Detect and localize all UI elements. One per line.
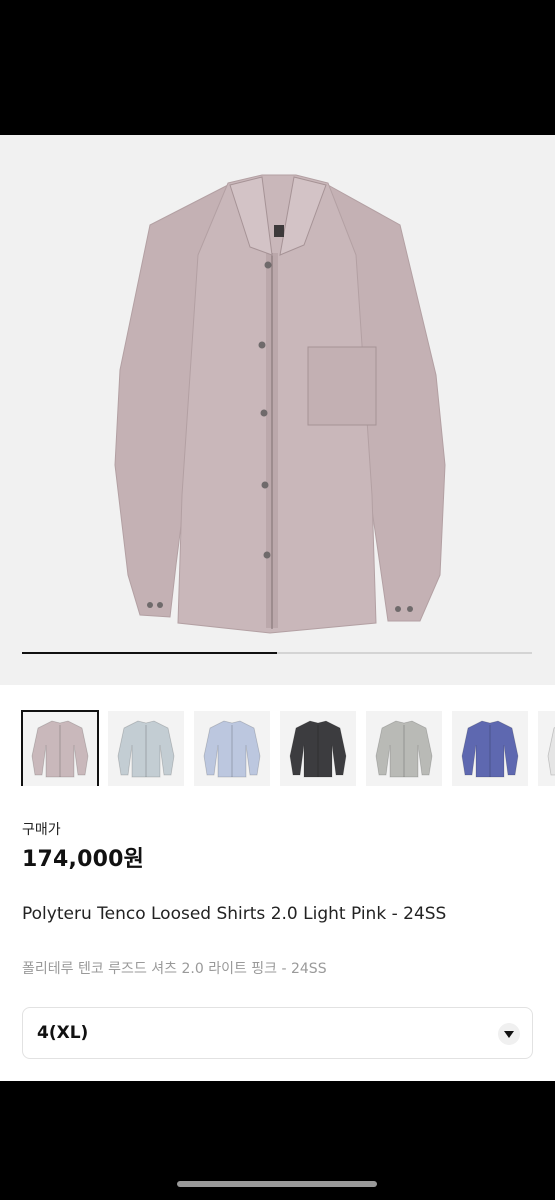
- product-screen: 구매가 174,000원 Polyteru Tenco Loosed Shirt…: [0, 135, 555, 1081]
- product-title-korean: 폴리테루 텐코 루즈드 셔츠 2.0 라이트 핑크 - 24SS: [22, 961, 327, 977]
- thumbnail-item[interactable]: [108, 711, 184, 786]
- size-select[interactable]: 4(XL): [22, 1007, 533, 1059]
- thumbnail-shirt-image: [461, 720, 519, 778]
- thumbnail-shirt-image: [117, 720, 175, 778]
- thumbnail-item[interactable]: [21, 710, 99, 786]
- product-image-carousel[interactable]: [0, 135, 555, 685]
- chevron-down-icon: [498, 1023, 520, 1045]
- thumbnail-item[interactable]: [280, 711, 356, 786]
- size-select-value: 4(XL): [37, 1023, 89, 1043]
- thumbnail-item[interactable]: [194, 711, 270, 786]
- thumbnail-item[interactable]: [538, 711, 555, 786]
- thumbnail-strip[interactable]: [0, 708, 555, 786]
- thumbnail-item[interactable]: [452, 711, 528, 786]
- carousel-progress-fill: [22, 652, 277, 654]
- product-title: Polyteru Tenco Loosed Shirts 2.0 Light P…: [22, 904, 447, 924]
- thumbnail-shirt-image: [31, 720, 89, 778]
- thumbnail-item[interactable]: [366, 711, 442, 786]
- thumbnail-shirt-image: [547, 727, 555, 776]
- price: 174,000원: [22, 847, 145, 872]
- carousel-progress: [22, 652, 532, 654]
- thumbnail-shirt-image: [203, 720, 261, 778]
- home-indicator[interactable]: [177, 1181, 377, 1187]
- thumbnail-shirt-image: [289, 720, 347, 778]
- price-label: 구매가: [22, 822, 61, 838]
- thumbnail-shirt-image: [375, 720, 433, 778]
- shirt-image: [114, 174, 446, 634]
- status-bar-area: [0, 0, 555, 135]
